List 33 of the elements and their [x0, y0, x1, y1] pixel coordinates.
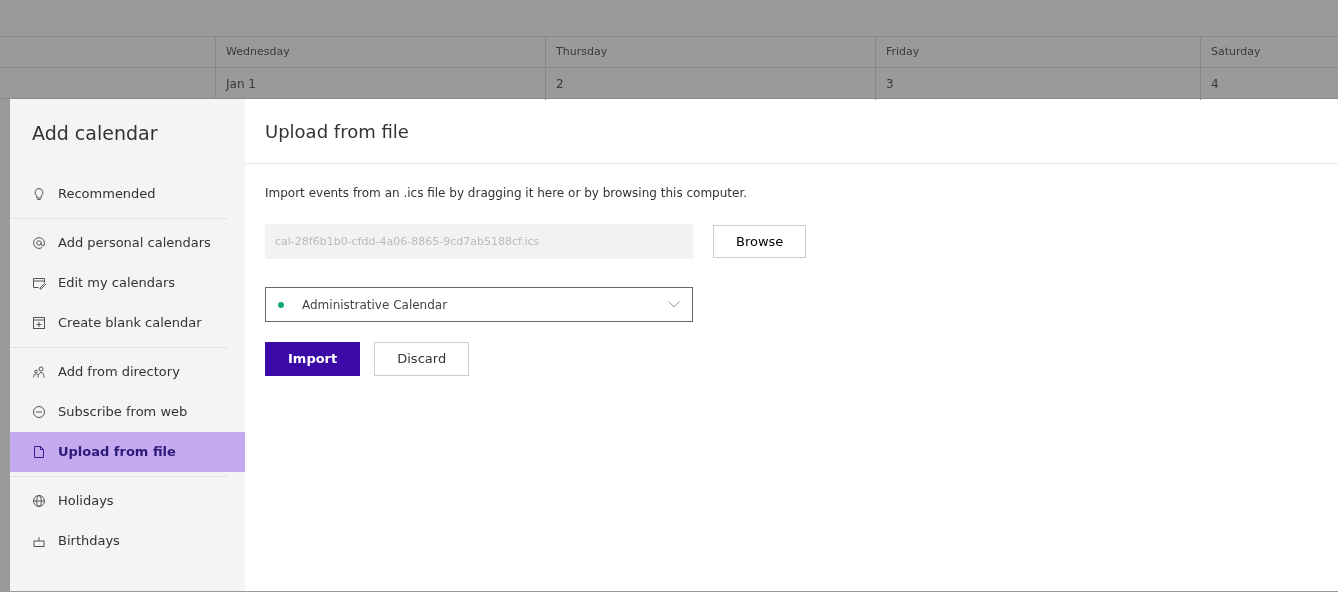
day-name: Friday: [886, 45, 920, 58]
at-sign-icon: [32, 235, 46, 250]
calendar-add-icon: [32, 315, 46, 330]
description-text: Import events from an .ics file by dragging it here or by browsing this computer.: [265, 185, 749, 202]
sidebar-item[interactable]: Upload from file: [10, 431, 245, 472]
import-button[interactable]: Import: [265, 341, 361, 376]
browse-button[interactable]: Browse: [713, 225, 807, 258]
calendar-dropdown[interactable]: Administrative Calendar: [265, 287, 693, 322]
sidebar-item[interactable]: Holidays: [10, 480, 245, 521]
chevron-down-icon: [668, 301, 680, 308]
panel-title: Upload from file: [265, 119, 409, 144]
sidebar-item[interactable]: Recommended: [10, 173, 245, 214]
people-icon: [32, 364, 46, 379]
file-icon: [32, 444, 46, 459]
day-date: Jan 1: [226, 77, 256, 91]
sidebar-item[interactable]: Birthdays: [10, 520, 245, 561]
lightbulb-icon: [32, 186, 46, 201]
day-name: Saturday: [1211, 45, 1261, 58]
sidebar-item[interactable]: Add from directory: [10, 351, 245, 392]
globe-icon: [32, 493, 46, 508]
day-date: 4: [1211, 77, 1219, 91]
day-name: Wednesday: [226, 45, 290, 58]
sidebar-item[interactable]: Subscribe from web: [10, 391, 245, 432]
discard-button[interactable]: Discard: [374, 341, 470, 376]
calendar-edit-icon: [32, 275, 46, 290]
day-date: 2: [556, 77, 564, 91]
day-name: Thursday: [556, 45, 608, 58]
sidebar-item[interactable]: Edit my calendars: [10, 262, 245, 303]
sidebar-title: Add calendar: [31, 121, 159, 146]
sidebar-item[interactable]: Create blank calendar: [10, 302, 245, 343]
day-date: 3: [886, 77, 894, 91]
minus-circle-icon: [32, 404, 46, 419]
sidebar-item[interactable]: Add personal calendars: [10, 222, 245, 263]
